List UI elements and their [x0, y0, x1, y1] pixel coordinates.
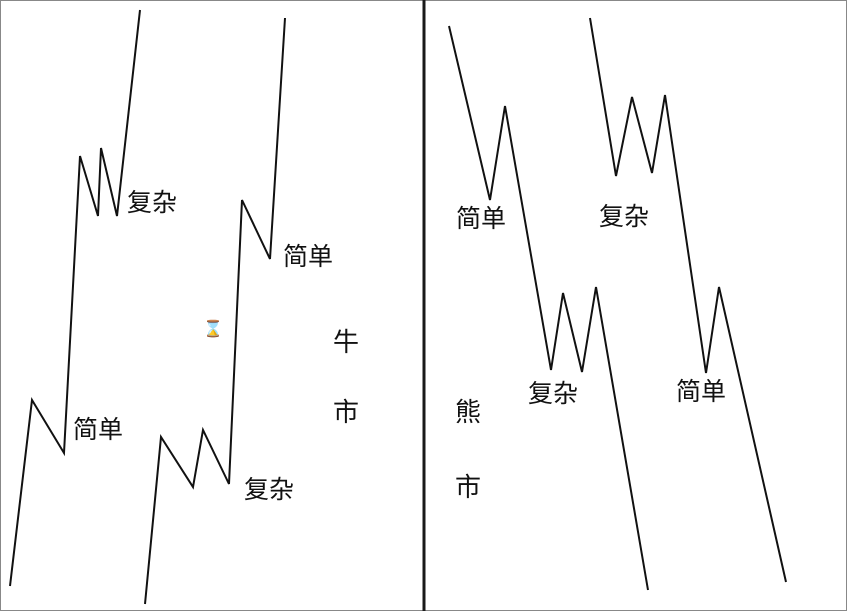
bull-wave-line-2	[144, 17, 286, 605]
bull-market-char-2: 市	[333, 398, 360, 428]
bull-label-simple-2: 简单	[283, 242, 334, 271]
bear-wave-line-2	[589, 17, 787, 583]
bull-market-char-1: 牛	[333, 328, 360, 358]
bear-market-char-1: 熊	[455, 398, 482, 428]
hourglass-icon: ⌛	[203, 319, 223, 338]
bear-label-simple-1: 简单	[456, 204, 507, 233]
wave-diagram-canvas	[0, 0, 847, 611]
bear-market-char-2: 市	[455, 473, 482, 503]
bear-label-complex-2: 复杂	[528, 379, 579, 408]
bull-label-complex-1: 复杂	[127, 188, 178, 217]
bear-label-complex-1: 复杂	[599, 202, 650, 231]
bear-label-simple-2: 简单	[676, 377, 727, 406]
bear-wave-line-1	[448, 25, 649, 591]
bull-label-simple-1: 简单	[73, 415, 124, 444]
bull-label-complex-2: 复杂	[244, 475, 295, 504]
bull-wave-line-1	[9, 9, 141, 587]
